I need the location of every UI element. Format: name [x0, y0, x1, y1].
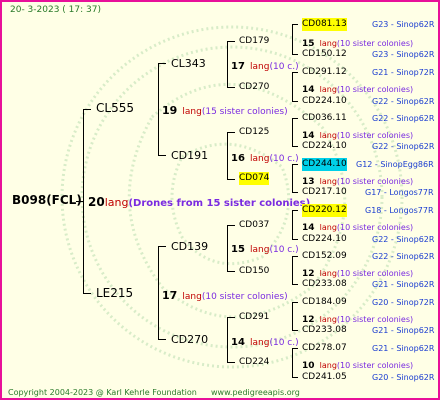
gen4-item[interactable]: CD224.10 — [302, 233, 347, 246]
pedigree-frame: 20- 3-2023 ( 17: 37) B098(FCL) 20lang(Dr… — [0, 0, 440, 400]
dam-le215-info: 17 lang(10 sister colonies) — [162, 289, 288, 302]
gen4-item[interactable]: CD291.12 — [302, 66, 347, 79]
gen4-item[interactable]: CD150.12 — [302, 48, 347, 61]
node-cl343[interactable]: CL343 — [171, 57, 206, 70]
gen4-origin: G23 - Sinop62R — [372, 50, 435, 59]
node-cd270b[interactable]: CD270 — [239, 81, 269, 94]
gen4-item[interactable]: CD184.09 — [302, 296, 347, 309]
gen4-origin: G22 - Sinop62R — [372, 142, 435, 151]
node-cd179[interactable]: CD179 — [239, 35, 269, 48]
node-cd270-info: 14 lang(10 c.) — [231, 337, 299, 348]
node-cd074[interactable]: CD074 — [239, 172, 270, 185]
node-cd139-info: 15 lang(10 c.) — [231, 244, 299, 255]
gen4-origin: G21 - Sinop62R — [372, 326, 435, 335]
gen4-origin: G21 - Sinop62R — [372, 280, 435, 289]
dam-le215[interactable]: LE215 — [96, 287, 133, 300]
generation-date: 20- 3-2023 ( 17: 37) — [10, 5, 101, 15]
node-cd139[interactable]: CD139 — [171, 240, 208, 253]
gen4-origin: G21 - Sinop72R — [372, 68, 435, 77]
gen4-origin: G22 - Sinop62R — [372, 235, 435, 244]
gen4-origin: G18 - Longos77R — [365, 206, 434, 215]
gen4-item[interactable]: CD241.05 — [302, 371, 347, 384]
gen4-item[interactable]: CD220.12 — [302, 204, 347, 217]
gen4-origin: G20 - Sinop72R — [372, 298, 435, 307]
sire-cl555-info: 19 lang(15 sister colonies) — [162, 104, 288, 117]
gen4-origin: G22 - Sinop62R — [372, 252, 435, 261]
gen4-origin: G17 - Longos77R — [365, 188, 434, 197]
gen4-origin: G22 - Sinop62R — [372, 97, 435, 106]
node-cd125[interactable]: CD125 — [239, 126, 269, 139]
gen4-origin: G20 - Sinop62R — [372, 373, 435, 382]
root-info: 20lang(Drones from 15 sister colonies) — [88, 195, 311, 210]
gen4-item[interactable]: CD217.10 — [302, 186, 347, 199]
gen4-item[interactable]: CD278.07 — [302, 342, 347, 355]
gen4-item[interactable]: CD224.10 — [302, 140, 347, 153]
node-cd037[interactable]: CD037 — [239, 219, 269, 232]
site-link[interactable]: www.pedigreeapis.org — [211, 386, 300, 398]
gen4-origin: G21 - Sinop62R — [372, 344, 435, 353]
gen4-origin: G23 - Sinop62R — [372, 20, 435, 29]
node-cd191-info: 16 lang(10 c.) — [231, 153, 299, 164]
gen4-origin: G12 - SinopEgg86R — [356, 160, 434, 169]
sire-cl555[interactable]: CL555 — [96, 102, 134, 115]
node-cd150[interactable]: CD150 — [239, 265, 269, 278]
gen4-item[interactable]: CD244.10 — [302, 158, 347, 171]
gen4-item[interactable]: CD224.10 — [302, 95, 347, 108]
copyright-text: Copyright 2004-2023 @ Karl Kehrle Founda… — [8, 388, 197, 397]
node-cd191[interactable]: CD191 — [171, 149, 208, 162]
node-cd224[interactable]: CD224 — [239, 356, 269, 369]
node-cl343-info: 17 lang(10 c.) — [231, 61, 299, 72]
gen4-item[interactable]: CD036.11 — [302, 112, 347, 125]
gen4-origin: G22 - Sinop62R — [372, 114, 435, 123]
node-cd270[interactable]: CD270 — [171, 333, 208, 346]
gen4-item[interactable]: CD152.09 — [302, 250, 347, 263]
gen4-item[interactable]: CD081.13 — [302, 18, 347, 31]
gen4-item[interactable]: CD233.08 — [302, 278, 347, 291]
node-cd291[interactable]: CD291 — [239, 311, 269, 324]
root-queen[interactable]: B098(FCL) — [12, 194, 82, 207]
gen4-item[interactable]: CD233.08 — [302, 324, 347, 337]
